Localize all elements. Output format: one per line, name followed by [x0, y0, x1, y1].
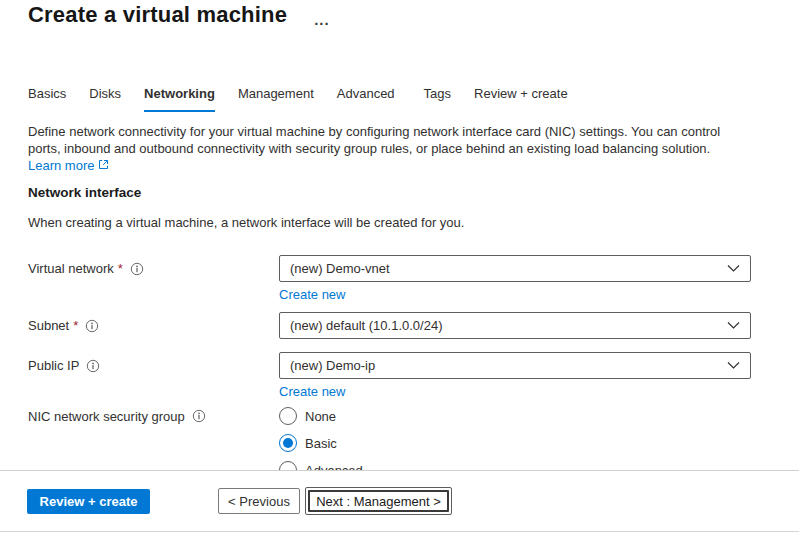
- info-icon[interactable]: [192, 409, 206, 423]
- review-create-button[interactable]: Review + create: [27, 489, 150, 514]
- tab-bar: Basics Disks Networking Management Advan…: [28, 86, 591, 112]
- tab-basics[interactable]: Basics: [28, 86, 66, 112]
- public-ip-row: Public IP (new) Demo-ip Create new: [28, 352, 751, 400]
- nsg-option-none[interactable]: None: [279, 407, 751, 425]
- required-asterisk: *: [118, 261, 123, 276]
- learn-more-link[interactable]: Learn more: [28, 158, 109, 173]
- page-header: Create a virtual machine ...: [28, 2, 330, 28]
- next-button[interactable]: Next : Management >: [308, 490, 449, 512]
- subnet-row: Subnet* (new) default (10.1.0.0/24): [28, 312, 751, 339]
- next-button-focus-ring: Next : Management >: [305, 487, 452, 515]
- create-new-vnet-link[interactable]: Create new: [279, 287, 345, 302]
- wizard-footer: Review + create < Previous Next : Manage…: [0, 470, 799, 542]
- public-ip-label: Public IP: [28, 352, 279, 379]
- tab-management[interactable]: Management: [238, 86, 314, 112]
- create-new-public-ip-link[interactable]: Create new: [279, 384, 345, 399]
- nic-nsg-label: NIC network security group: [28, 407, 279, 425]
- page-title: Create a virtual machine: [28, 2, 287, 28]
- intro-text: Define network connectivity for your vir…: [28, 123, 720, 174]
- virtual-network-label: Virtual network*: [28, 255, 279, 282]
- public-ip-select[interactable]: (new) Demo-ip: [279, 352, 751, 379]
- section-description: When creating a virtual machine, a netwo…: [28, 215, 464, 230]
- virtual-network-row: Virtual network* (new) Demo-vnet Create …: [28, 255, 751, 303]
- info-icon[interactable]: [85, 319, 99, 333]
- subnet-select[interactable]: (new) default (10.1.0.0/24): [279, 312, 751, 339]
- nsg-option-basic[interactable]: Basic: [279, 434, 751, 452]
- external-link-icon: [98, 159, 109, 170]
- tab-tags[interactable]: Tags: [424, 86, 451, 112]
- more-options-icon[interactable]: ...: [314, 11, 330, 28]
- subnet-label: Subnet*: [28, 312, 279, 339]
- radio-checked-icon: [279, 434, 297, 452]
- tab-disks[interactable]: Disks: [89, 86, 121, 112]
- info-icon[interactable]: [130, 262, 144, 276]
- chevron-down-icon: [727, 321, 740, 330]
- virtual-network-select[interactable]: (new) Demo-vnet: [279, 255, 751, 282]
- previous-button[interactable]: < Previous: [218, 488, 300, 514]
- section-heading: Network interface: [28, 185, 141, 200]
- tab-review-create[interactable]: Review + create: [474, 86, 568, 112]
- intro-line1: Define network connectivity for your vir…: [28, 124, 720, 139]
- intro-line2: ports, inbound and outbound connectivity…: [28, 141, 710, 156]
- tab-advanced[interactable]: Advanced: [337, 86, 395, 112]
- radio-unchecked-icon: [279, 407, 297, 425]
- required-asterisk: *: [73, 318, 78, 333]
- footer-divider: [0, 531, 799, 532]
- chevron-down-icon: [727, 361, 740, 370]
- create-vm-page: Create a virtual machine ... Basics Disk…: [0, 0, 799, 542]
- info-icon[interactable]: [86, 359, 100, 373]
- chevron-down-icon: [727, 264, 740, 273]
- tab-networking[interactable]: Networking: [144, 86, 215, 112]
